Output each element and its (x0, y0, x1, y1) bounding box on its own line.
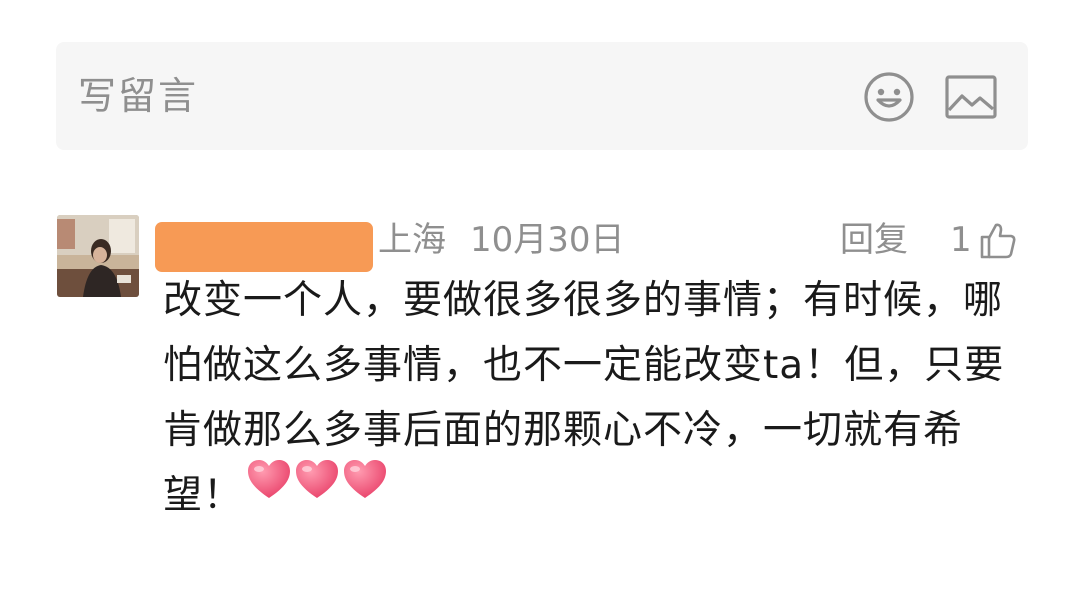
heart-icon (294, 457, 340, 503)
write-comment-placeholder[interactable]: 写留言 (78, 70, 198, 122)
heart-icon (342, 457, 388, 503)
heart-icon (246, 457, 292, 503)
write-comment-bar[interactable]: 写留言 (56, 42, 1028, 150)
emoji-smile-icon[interactable] (862, 70, 916, 124)
comment-line: 改变一个人，要做很多很多的事情；有时候，哪 (163, 278, 1004, 323)
comment-section: 写留言 上海 10月30日 回复 1 改变一个人，要做很多很多的事情；有时候，哪… (0, 0, 1080, 613)
like-button[interactable]: 1 (950, 216, 1018, 264)
comment-line: 肯做那么多事后面的那颗心不冷，一切就有希 (163, 408, 964, 453)
comment-location: 上海 (378, 220, 446, 260)
like-count: 1 (950, 220, 972, 260)
reply-button[interactable]: 回复 (840, 216, 908, 264)
image-picture-icon[interactable] (944, 74, 998, 120)
thumbs-up-icon[interactable] (978, 220, 1018, 260)
comment-line: 怕做这么多事情，也不一定能改变ta！但，只要 (163, 343, 1005, 388)
heart-emoji-group (246, 457, 388, 503)
nickname-redacted (155, 222, 373, 272)
comment-date: 10月30日 (470, 220, 625, 260)
avatar[interactable] (57, 215, 139, 297)
